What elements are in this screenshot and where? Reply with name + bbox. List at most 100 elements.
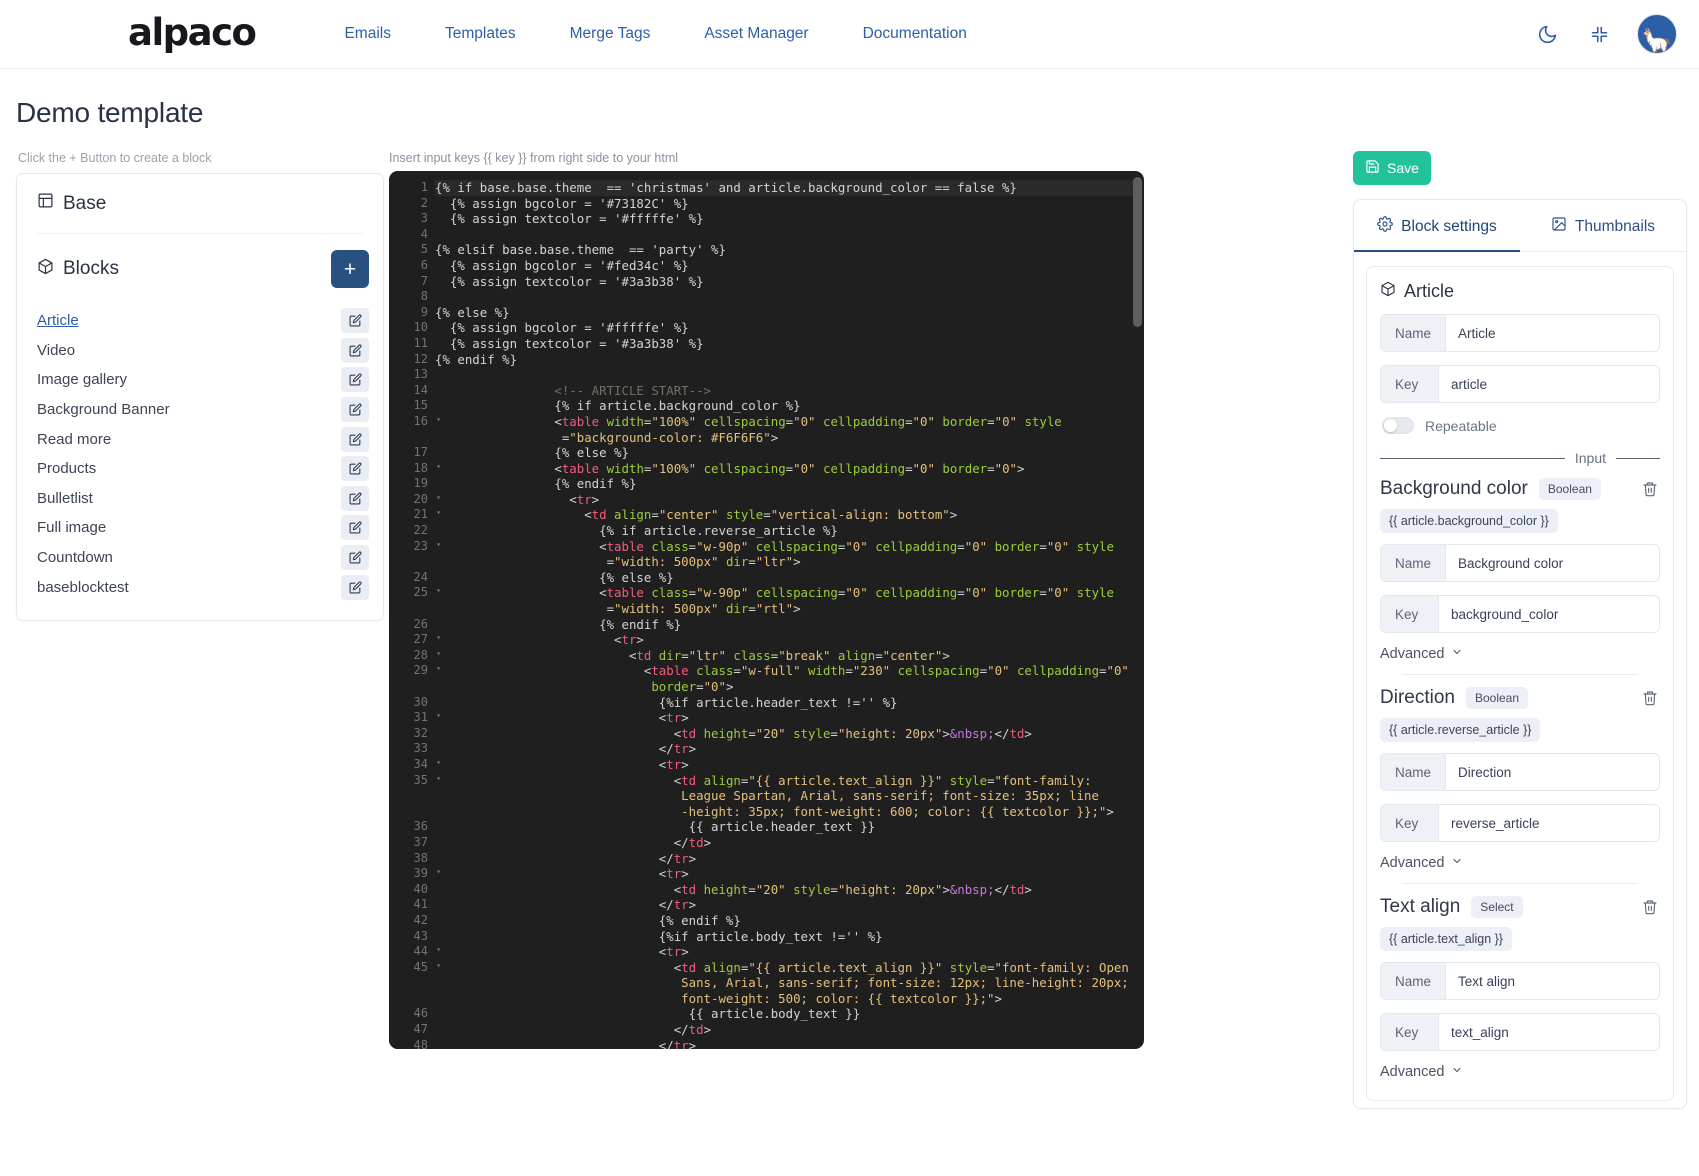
block-list-item-label[interactable]: Read more xyxy=(37,431,111,448)
nav-item-asset-manager[interactable]: Asset Manager xyxy=(677,17,835,51)
avatar[interactable]: 🦙 xyxy=(1637,14,1677,54)
pencil-square-icon xyxy=(349,403,362,416)
code-content[interactable]: {% if base.base.theme == 'christmas' and… xyxy=(435,171,1134,1049)
nav-item-documentation[interactable]: Documentation xyxy=(836,17,994,51)
line-number: 43 xyxy=(389,929,435,945)
input-key-value[interactable]: background_color xyxy=(1439,596,1659,632)
merge-tag-chip[interactable]: {{ article.background_color }} xyxy=(1380,509,1558,533)
block-name-field[interactable]: Name Article xyxy=(1380,314,1660,352)
tab-thumbnails[interactable]: Thumbnails xyxy=(1520,200,1686,252)
code-line xyxy=(435,227,1134,243)
compress-icon[interactable] xyxy=(1585,20,1613,48)
block-list-item[interactable]: Background Banner xyxy=(37,395,369,425)
edit-block-button[interactable] xyxy=(341,427,369,452)
advanced-toggle[interactable]: Advanced xyxy=(1380,1064,1660,1080)
block-list-item-label[interactable]: Full image xyxy=(37,519,106,536)
block-list-item-label[interactable]: Article xyxy=(37,312,79,329)
tab-block-settings[interactable]: Block settings xyxy=(1354,200,1520,252)
code-token: = xyxy=(830,726,837,741)
merge-tag-chip[interactable]: {{ article.text_align }} xyxy=(1380,927,1512,951)
block-list-item-label[interactable]: Video xyxy=(37,342,75,359)
block-list-item-label[interactable]: Countdown xyxy=(37,549,113,566)
merge-tag-chip[interactable]: {{ article.reverse_article }} xyxy=(1380,718,1540,742)
block-list-item[interactable]: Image gallery xyxy=(37,365,369,395)
input-key-value[interactable]: text_align xyxy=(1439,1014,1659,1050)
nav-item-templates[interactable]: Templates xyxy=(418,17,543,51)
code-token: = xyxy=(733,663,740,678)
block-list-item-label[interactable]: Image gallery xyxy=(37,371,127,388)
input-name-label: Name xyxy=(1381,754,1446,790)
edit-block-button[interactable] xyxy=(341,338,369,363)
input-name-value[interactable]: Text align xyxy=(1446,963,1659,999)
block-list-item[interactable]: Countdown xyxy=(37,543,369,573)
input-name-field[interactable]: NameBackground color xyxy=(1380,544,1660,582)
input-key-value[interactable]: reverse_article xyxy=(1439,805,1659,841)
block-key-field[interactable]: Key article xyxy=(1380,365,1660,403)
save-button[interactable]: Save xyxy=(1353,151,1431,185)
line-number: 24 xyxy=(389,570,435,586)
block-list-item[interactable]: Full image xyxy=(37,513,369,543)
advanced-label: Advanced xyxy=(1380,646,1445,662)
edit-block-button[interactable] xyxy=(341,486,369,511)
edit-block-button[interactable] xyxy=(341,456,369,481)
block-name-value[interactable]: Article xyxy=(1446,315,1659,351)
line-number: 34▾ xyxy=(389,757,435,773)
code-token: > xyxy=(942,648,949,663)
edit-block-button[interactable] xyxy=(341,397,369,422)
chevron-down-icon xyxy=(1451,646,1463,662)
block-list-item-label[interactable]: Background Banner xyxy=(37,401,170,418)
input-name-field[interactable]: NameText align xyxy=(1380,962,1660,1000)
code-token: {% assign bgcolor = '#73182C' %} xyxy=(435,196,689,211)
edit-block-button[interactable] xyxy=(341,545,369,570)
delete-input-button[interactable] xyxy=(1640,897,1660,917)
block-list-item-label[interactable]: Products xyxy=(37,460,96,477)
edit-block-button[interactable] xyxy=(341,308,369,333)
block-list-item-label[interactable]: Bulletlist xyxy=(37,490,93,507)
editor-vertical-scrollbar[interactable] xyxy=(1133,177,1142,327)
nav-item-emails[interactable]: Emails xyxy=(317,17,418,51)
delete-input-button[interactable] xyxy=(1640,479,1660,499)
block-list-item[interactable]: Bulletlist xyxy=(37,484,369,514)
input-key-field[interactable]: Keyreverse_article xyxy=(1380,804,1660,842)
code-line: <tr> xyxy=(435,866,1134,882)
code-token: "20" xyxy=(756,726,786,741)
block-list-item[interactable]: baseblocktest xyxy=(37,572,369,602)
code-token: = xyxy=(696,679,703,694)
html-code-editor[interactable]: 12345678910111213141516▾1718▾1920▾21▾222… xyxy=(389,171,1144,1049)
edit-block-button[interactable] xyxy=(341,367,369,392)
input-name-field[interactable]: NameDirection xyxy=(1380,753,1660,791)
code-line: {% else %} xyxy=(435,445,1134,461)
tab-label: Thumbnails xyxy=(1575,218,1655,236)
block-list-item[interactable]: Read more xyxy=(37,424,369,454)
moon-icon[interactable] xyxy=(1533,20,1561,48)
block-list-item[interactable]: Article xyxy=(37,306,369,336)
edit-block-button[interactable] xyxy=(341,515,369,540)
input-key-field[interactable]: Keytext_align xyxy=(1380,1013,1660,1051)
code-token: > xyxy=(793,554,800,569)
input-name-value[interactable]: Background color xyxy=(1446,545,1659,581)
code-line: </tr> xyxy=(435,741,1134,757)
repeatable-toggle[interactable] xyxy=(1382,417,1414,434)
advanced-toggle[interactable]: Advanced xyxy=(1380,646,1660,662)
block-key-value[interactable]: article xyxy=(1439,366,1659,402)
line-number: 46 xyxy=(389,1006,435,1022)
line-number: 1 xyxy=(389,180,435,196)
block-list-item[interactable]: Video xyxy=(37,336,369,366)
advanced-toggle[interactable]: Advanced xyxy=(1380,855,1660,871)
edit-block-button[interactable] xyxy=(341,575,369,600)
code-token: </ xyxy=(435,851,674,866)
code-token: border xyxy=(987,539,1039,554)
input-name-value[interactable]: Direction xyxy=(1446,754,1659,790)
input-key-field[interactable]: Keybackground_color xyxy=(1380,595,1660,633)
input-name-label: Name xyxy=(1381,963,1446,999)
code-token: </ xyxy=(435,835,689,850)
code-token: dir xyxy=(718,554,748,569)
nav-item-merge-tags[interactable]: Merge Tags xyxy=(543,17,678,51)
block-list-item-label[interactable]: baseblocktest xyxy=(37,579,129,596)
base-section-header[interactable]: Base xyxy=(17,174,383,233)
delete-input-button[interactable] xyxy=(1640,688,1660,708)
line-number: 40 xyxy=(389,882,435,898)
block-list-item[interactable]: Products xyxy=(37,454,369,484)
add-block-button[interactable]: + xyxy=(331,250,369,288)
app-logo[interactable]: alpaco xyxy=(128,14,255,51)
